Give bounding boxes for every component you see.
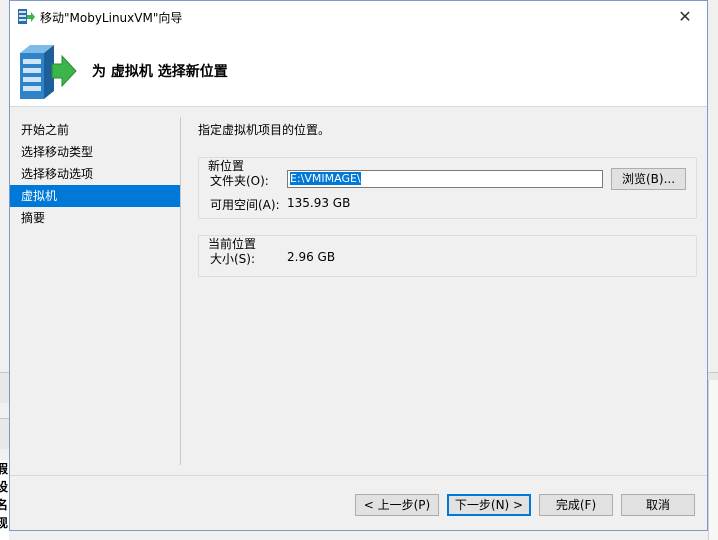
wizard-header: 为 虚拟机 选择新位置 bbox=[10, 32, 707, 107]
content-pane: 指定虚拟机项目的位置。 新位置 文件夹(O): E:\VMIMAGE\ 浏览(B… bbox=[198, 119, 698, 277]
nav-item-move-type[interactable]: 选择移动类型 bbox=[10, 141, 180, 163]
finish-button[interactable]: 完成(F) bbox=[539, 494, 613, 516]
footer-divider bbox=[10, 475, 707, 476]
size-value: 2.96 GB bbox=[287, 250, 336, 264]
size-label: 大小(S): bbox=[210, 252, 256, 266]
close-button[interactable]: ✕ bbox=[663, 1, 707, 32]
folder-input[interactable]: E:\VMIMAGE\ bbox=[287, 170, 603, 188]
vm-move-large-icon bbox=[20, 45, 77, 99]
wizard-step-list: 开始之前 选择移动类型 选择移动选项 虚拟机 摘要 bbox=[10, 119, 180, 229]
instruction-text: 指定虚拟机项目的位置。 bbox=[198, 123, 331, 137]
title-bar: 移动"MobyLinuxVM"向导 ✕ bbox=[10, 1, 707, 32]
next-button[interactable]: 下一步(N) > bbox=[447, 494, 531, 516]
cancel-button[interactable]: 取消 bbox=[621, 494, 695, 516]
nav-item-before-you-begin[interactable]: 开始之前 bbox=[10, 119, 180, 141]
move-wizard-dialog: 移动"MobyLinuxVM"向导 ✕ 为 虚拟机 选择新位置 开始之前 选择移… bbox=[9, 0, 708, 531]
current-location-group: 当前位置 大小(S): 2.96 GB bbox=[198, 235, 697, 277]
background-window-text: 假 设 名 现 bbox=[0, 460, 9, 540]
previous-button[interactable]: < 上一步(P) bbox=[355, 494, 439, 516]
page-title: 为 虚拟机 选择新位置 bbox=[92, 64, 228, 80]
browse-button[interactable]: 浏览(B)... bbox=[611, 168, 686, 190]
new-location-group: 新位置 文件夹(O): E:\VMIMAGE\ 浏览(B)... 可用空间(A)… bbox=[198, 157, 697, 219]
nav-item-summary[interactable]: 摘要 bbox=[10, 207, 180, 229]
nav-item-virtual-machine[interactable]: 虚拟机 bbox=[10, 185, 180, 207]
folder-input-value: E:\VMIMAGE\ bbox=[290, 172, 361, 185]
folder-label: 文件夹(O): bbox=[210, 174, 269, 188]
nav-divider bbox=[180, 117, 181, 465]
vm-move-icon bbox=[18, 9, 35, 24]
close-icon: ✕ bbox=[678, 7, 692, 26]
nav-item-move-options[interactable]: 选择移动选项 bbox=[10, 163, 180, 185]
window-title: 移动"MobyLinuxVM"向导 bbox=[40, 11, 183, 25]
available-space-label: 可用空间(A): bbox=[210, 198, 280, 212]
available-space-value: 135.93 GB bbox=[287, 196, 351, 210]
background-window-edge bbox=[708, 380, 718, 540]
